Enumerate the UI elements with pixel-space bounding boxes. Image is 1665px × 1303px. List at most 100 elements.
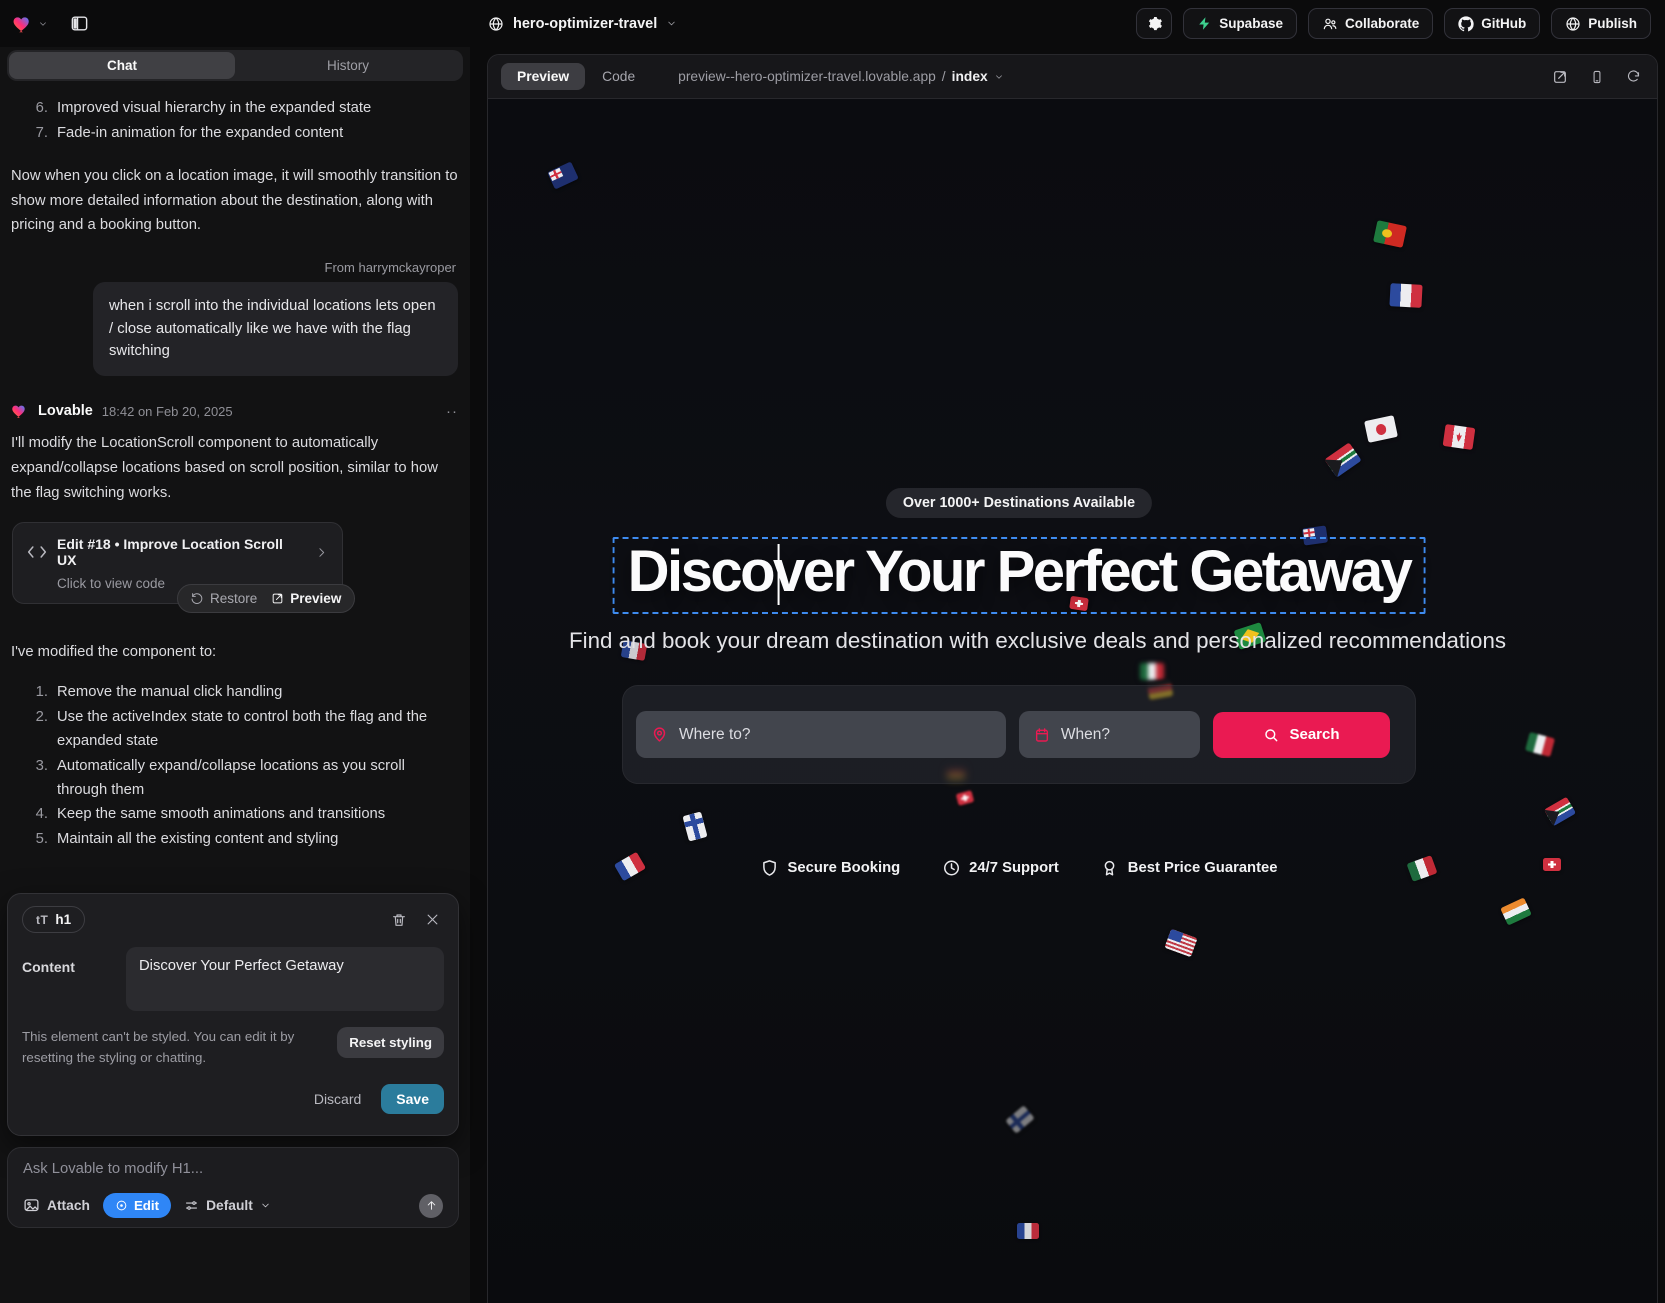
supabase-bolt-icon — [1197, 16, 1212, 31]
globe-icon — [1565, 16, 1581, 32]
trust-item-secure: Secure Booking — [761, 859, 901, 877]
element-tag-pill[interactable]: tT h1 — [22, 906, 85, 933]
trust-item-support: 24/7 Support — [942, 859, 1059, 877]
close-icon — [425, 912, 440, 927]
tab-history[interactable]: History — [235, 52, 461, 79]
edit-card-title: Edit #18 • Improve Location Scroll UX — [57, 536, 305, 568]
mode-selector[interactable]: Default — [184, 1198, 271, 1213]
version-actions-pill: Restore Preview — [177, 584, 355, 613]
list-item: 7. Fade-in animation for the expanded co… — [11, 122, 458, 146]
chevron-down-icon — [260, 1200, 271, 1211]
target-icon — [115, 1199, 128, 1212]
hero-title[interactable]: Discover Your Perfect Getaway — [628, 541, 1411, 604]
app-header: hero-optimizer-travel Supabase Collabora… — [0, 0, 1665, 47]
selected-heading-outline[interactable]: Discover Your Perfect Getaway — [613, 537, 1426, 614]
list-item: 1.Remove the manual click handling — [11, 681, 458, 705]
text-type-icon: tT — [36, 913, 48, 927]
trash-icon — [391, 912, 407, 928]
publish-button[interactable]: Publish — [1551, 8, 1651, 39]
preview-toolbar: Preview Code preview--hero-optimizer-tra… — [488, 55, 1657, 99]
users-icon — [1322, 16, 1338, 32]
discard-button[interactable]: Discard — [314, 1091, 361, 1107]
sidebar-toggle-button[interactable] — [64, 9, 94, 39]
edit-mode-button[interactable]: Edit — [103, 1193, 171, 1218]
restore-icon — [191, 592, 204, 605]
message-menu-button[interactable]: ·· — [446, 403, 458, 420]
clock-icon — [942, 859, 960, 877]
restore-button[interactable]: Restore — [191, 591, 257, 606]
preview-panel: Preview Code preview--hero-optimizer-tra… — [487, 54, 1658, 1303]
settings-button[interactable] — [1136, 8, 1172, 39]
search-panel: Where to? When? Search — [622, 685, 1416, 784]
chevron-down-icon — [994, 72, 1004, 82]
hero-section: Over 1000+ Destinations Available Discov… — [488, 99, 1550, 1303]
gear-icon — [1146, 15, 1163, 32]
map-pin-icon — [651, 726, 668, 743]
chevron-down-icon — [666, 18, 677, 29]
calendar-icon — [1034, 727, 1050, 743]
assistant-paragraph: I'll modify the LocationScroll component… — [11, 431, 458, 505]
preview-viewport[interactable]: Over 1000+ Destinations Available Discov… — [488, 99, 1657, 1303]
search-icon — [1263, 727, 1279, 743]
assistant-name: Lovable — [38, 403, 93, 419]
content-field-label: Content — [22, 947, 114, 1011]
list-item: 6. Improved visual hierarchy in the expa… — [11, 97, 458, 121]
tab-chat[interactable]: Chat — [9, 52, 235, 79]
element-tag-label: h1 — [55, 912, 71, 927]
project-switcher[interactable]: hero-optimizer-travel — [488, 0, 677, 47]
when-input[interactable]: When? — [1019, 711, 1200, 758]
user-message-sender: From harrymckayroper — [11, 260, 456, 275]
tab-code[interactable]: Code — [602, 69, 635, 84]
preview-url[interactable]: preview--hero-optimizer-travel.lovable.a… — [678, 69, 1004, 84]
trust-item-price: Best Price Guarantee — [1101, 859, 1278, 877]
edit-version-card[interactable]: Edit #18 • Improve Location Scroll UX Cl… — [12, 522, 343, 604]
refresh-button[interactable] — [1626, 69, 1641, 84]
open-in-new-tab-button[interactable] — [1552, 69, 1568, 85]
globe-icon — [488, 16, 504, 32]
chevron-down-icon — [38, 19, 48, 29]
preview-version-button[interactable]: Preview — [271, 591, 341, 606]
message-timestamp: 18:42 on Feb 20, 2025 — [102, 404, 233, 419]
tab-preview[interactable]: Preview — [501, 63, 585, 90]
chat-input-panel: Ask Lovable to modify H1... Attach Edit … — [7, 1147, 459, 1228]
search-button[interactable]: Search — [1213, 712, 1390, 758]
chat-message-list[interactable]: 6. Improved visual hierarchy in the expa… — [0, 87, 470, 933]
styling-note: This element can't be styled. You can ed… — [22, 1027, 322, 1068]
sidebar-tabs: Chat History — [7, 50, 463, 81]
code-icon — [27, 545, 47, 559]
sliders-icon — [184, 1198, 199, 1213]
assistant-paragraph: Now when you click on a location image, … — [11, 164, 458, 238]
send-button[interactable] — [419, 1194, 443, 1218]
project-name: hero-optimizer-travel — [513, 16, 657, 32]
list-item: 2.Use the activeIndex state to control b… — [11, 706, 458, 754]
list-item: 5.Maintain all the existing content and … — [11, 828, 458, 852]
list-item: 3.Automatically expand/collapse location… — [11, 755, 458, 803]
lovable-heart-icon — [12, 13, 34, 35]
collaborate-button[interactable]: Collaborate — [1308, 8, 1433, 39]
element-editor-panel: tT h1 Content Discover Your Perfect Geta… — [7, 893, 459, 1136]
lovable-heart-icon — [11, 402, 29, 420]
github-icon — [1458, 16, 1474, 32]
text-caret — [778, 544, 780, 605]
mobile-view-button[interactable] — [1590, 69, 1604, 85]
assistant-paragraph: I've modified the component to: — [11, 640, 458, 665]
arrow-up-icon — [425, 1199, 438, 1212]
shield-icon — [761, 859, 779, 877]
save-button[interactable]: Save — [381, 1084, 444, 1114]
chat-sidebar: Chat History 6. Improved visual hierarch… — [0, 47, 470, 1303]
external-link-icon — [271, 592, 284, 605]
attach-button[interactable]: Attach — [23, 1197, 90, 1214]
content-input[interactable]: Discover Your Perfect Getaway — [126, 947, 444, 1011]
delete-element-button[interactable] — [387, 908, 411, 932]
chat-input[interactable]: Ask Lovable to modify H1... — [23, 1161, 443, 1177]
close-panel-button[interactable] — [421, 908, 444, 931]
image-attach-icon — [23, 1197, 40, 1214]
lovable-logo-menu[interactable] — [12, 13, 48, 35]
reset-styling-button[interactable]: Reset styling — [337, 1027, 444, 1058]
hero-subtitle: Find and book your dream destination wit… — [569, 628, 1469, 654]
supabase-button[interactable]: Supabase — [1183, 8, 1297, 39]
destinations-badge: Over 1000+ Destinations Available — [886, 488, 1152, 518]
list-item: 4.Keep the same smooth animations and tr… — [11, 803, 458, 827]
where-to-input[interactable]: Where to? — [636, 711, 1006, 758]
github-button[interactable]: GitHub — [1444, 8, 1540, 39]
